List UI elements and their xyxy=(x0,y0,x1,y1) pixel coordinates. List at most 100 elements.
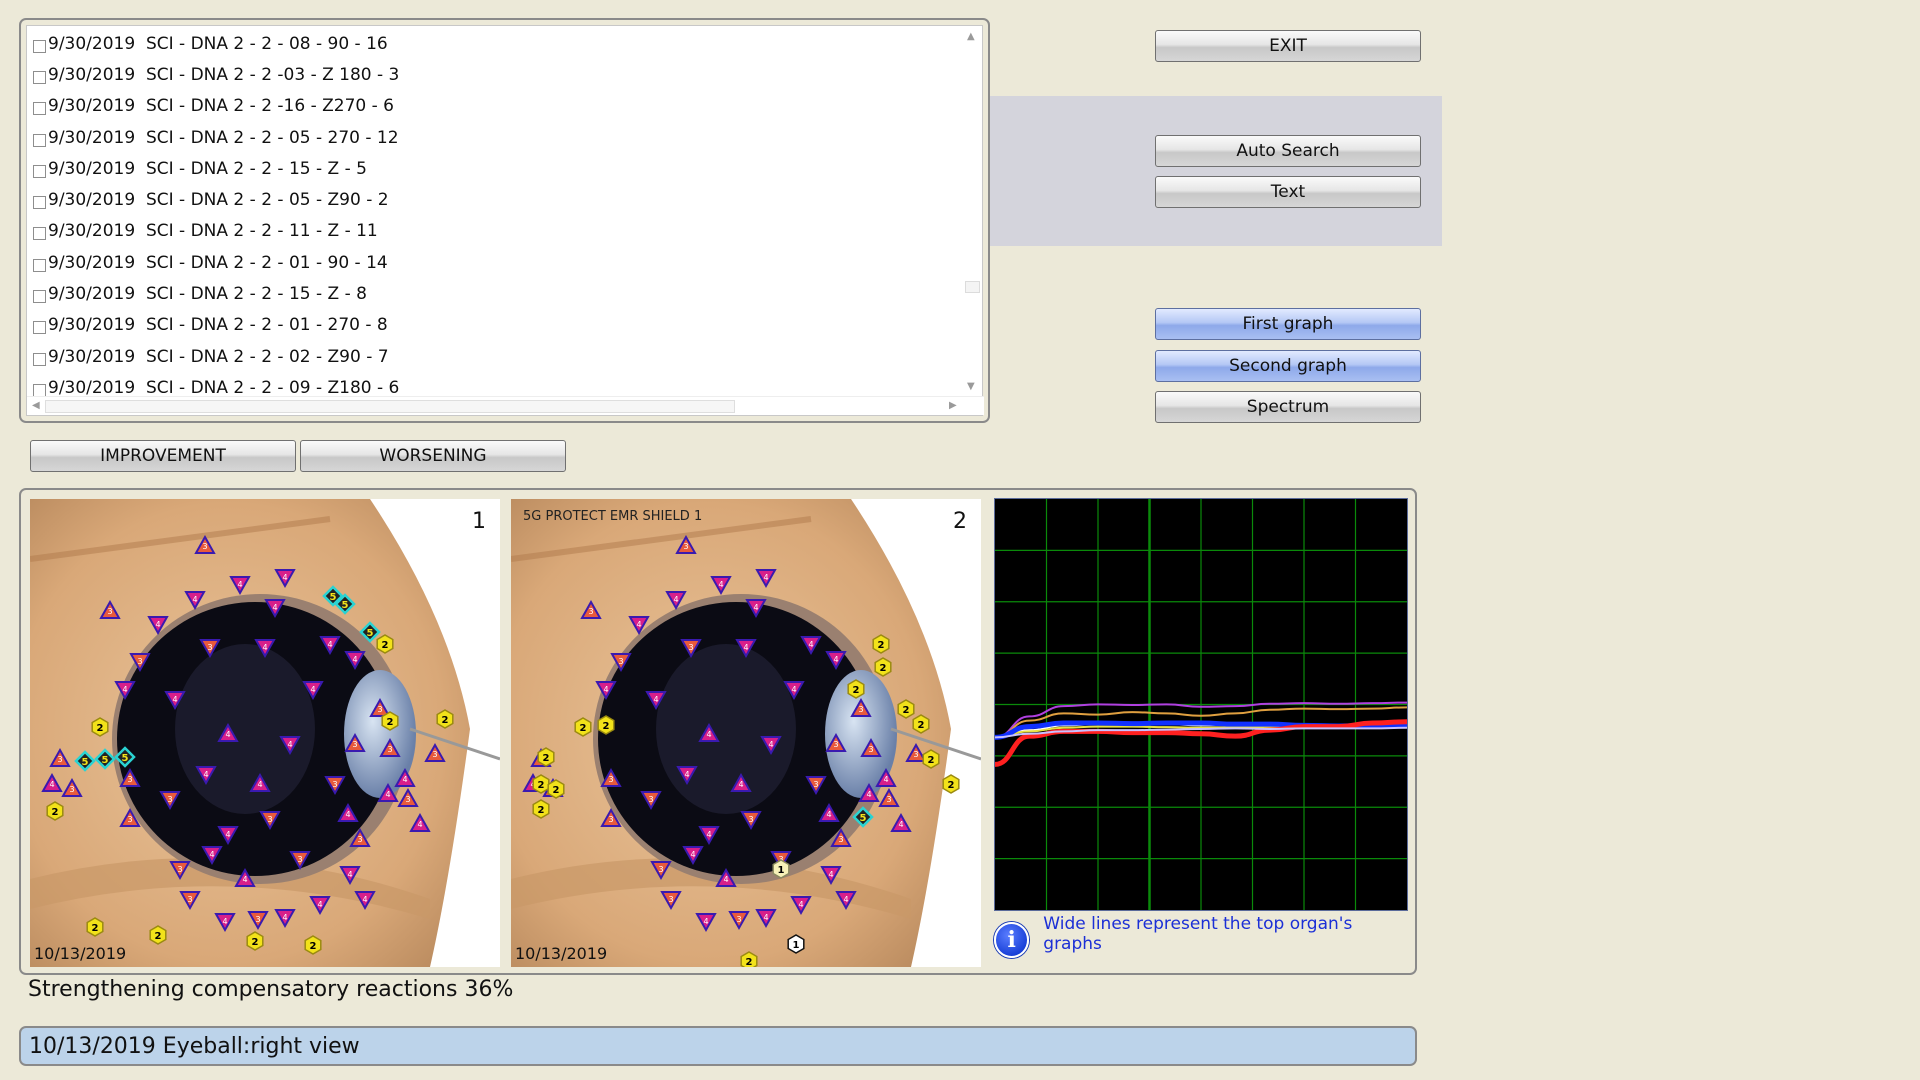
svg-text:4: 4 xyxy=(763,573,768,582)
record-list[interactable]: 9/30/2019 SCI - DNA 2 - 2 - 08 - 90 - 16… xyxy=(26,25,984,416)
svg-text:3: 3 xyxy=(127,775,132,784)
marker-1: 1 xyxy=(787,934,805,954)
list-item-checkbox[interactable] xyxy=(33,321,46,335)
list-item[interactable]: 9/30/2019 SCI - DNA 2 - 2 - 15 - Z - 8 xyxy=(27,278,962,309)
scroll-up-arrow-icon[interactable]: ▲ xyxy=(967,32,975,42)
svg-text:4: 4 xyxy=(828,870,833,879)
svg-text:4: 4 xyxy=(653,695,658,704)
svg-text:5: 5 xyxy=(367,628,374,639)
horizontal-scroll-thumb[interactable] xyxy=(45,400,735,413)
list-item[interactable]: 9/30/2019 SCI - DNA 2 - 2 - 05 - 270 - 1… xyxy=(27,122,962,153)
svg-text:4: 4 xyxy=(898,820,903,829)
text-button[interactable]: Text xyxy=(1155,176,1421,208)
svg-text:3: 3 xyxy=(127,815,132,824)
eye-panel-number: 2 xyxy=(953,509,967,534)
svg-text:1: 1 xyxy=(778,865,785,876)
svg-text:4: 4 xyxy=(237,580,242,589)
eye-image-panel-1[interactable]: 3 3 4 4 4 4 4 3 4 4 3 4 4 4 4 3 3 3 4 3 4 4 4 4 3 3 4 4 3 4 3 4 3 3 4 3 4 3 4 4… xyxy=(30,499,500,967)
list-item[interactable]: 9/30/2019 SCI - DNA 2 - 2 - 05 - Z90 - 2 xyxy=(27,184,962,215)
svg-text:3: 3 xyxy=(167,795,172,804)
eye-image-panel-2[interactable]: 3 3 4 4 4 4 4 3 4 4 3 4 4 4 4 3 3 3 4 3 4 4 4 4 3 3 4 4 3 4 3 4 3 3 4 3 4 3 4 4… xyxy=(511,499,981,967)
list-item-label: 9/30/2019 SCI - DNA 2 - 2 - 11 - Z - 11 xyxy=(48,221,378,242)
svg-text:5: 5 xyxy=(82,757,89,768)
list-item[interactable]: 9/30/2019 SCI - DNA 2 - 2 - 09 - Z180 - … xyxy=(27,372,962,398)
svg-text:3: 3 xyxy=(202,542,207,551)
list-item[interactable]: 9/30/2019 SCI - DNA 2 - 2 - 02 - Z90 - 7 xyxy=(27,341,962,372)
list-item[interactable]: 9/30/2019 SCI - DNA 2 - 2 - 11 - Z - 11 xyxy=(27,216,962,247)
list-item[interactable]: 9/30/2019 SCI - DNA 2 - 2 - 08 - 90 - 16 xyxy=(27,28,962,59)
auto-search-button[interactable]: Auto Search xyxy=(1155,135,1421,167)
list-item-checkbox[interactable] xyxy=(33,290,46,304)
svg-text:4: 4 xyxy=(287,740,292,749)
list-item-label: 9/30/2019 SCI - DNA 2 - 2 -16 - Z270 - 6 xyxy=(48,96,394,117)
svg-text:3: 3 xyxy=(267,815,272,824)
svg-text:2: 2 xyxy=(92,923,99,934)
svg-text:3: 3 xyxy=(107,607,112,616)
exit-button[interactable]: EXIT xyxy=(1155,30,1421,62)
list-item-checkbox[interactable] xyxy=(33,196,46,210)
svg-text:4: 4 xyxy=(866,790,871,799)
svg-text:2: 2 xyxy=(746,957,753,967)
record-list-panel: 9/30/2019 SCI - DNA 2 - 2 - 08 - 90 - 16… xyxy=(19,18,990,423)
list-item-checkbox[interactable] xyxy=(33,258,46,272)
svg-text:5: 5 xyxy=(102,755,109,766)
spectrum-button[interactable]: Spectrum xyxy=(1155,391,1421,423)
list-item-checkbox[interactable] xyxy=(33,133,46,147)
list-item-checkbox[interactable] xyxy=(33,70,46,84)
vertical-scroll-thumb[interactable] xyxy=(965,281,980,293)
horizontal-scrollbar[interactable]: ◀ ▶ xyxy=(27,396,984,415)
svg-text:3: 3 xyxy=(332,780,337,789)
svg-text:3: 3 xyxy=(668,895,673,904)
eye-panel-caption: 5G PROTECT EMR SHIELD 1 xyxy=(523,509,703,524)
svg-text:4: 4 xyxy=(49,780,54,789)
marker-2: 2 xyxy=(922,749,940,769)
svg-text:3: 3 xyxy=(618,657,623,666)
list-item[interactable]: 9/30/2019 SCI - DNA 2 - 2 - 01 - 270 - 8 xyxy=(27,310,962,341)
scroll-left-arrow-icon[interactable]: ◀ xyxy=(32,401,40,411)
list-item[interactable]: 9/30/2019 SCI - DNA 2 - 2 -16 - Z270 - 6 xyxy=(27,91,962,122)
vertical-scrollbar[interactable]: ▲ ▼ xyxy=(962,26,982,398)
svg-text:4: 4 xyxy=(310,685,315,694)
svg-text:4: 4 xyxy=(843,895,848,904)
svg-text:2: 2 xyxy=(853,685,860,696)
svg-text:4: 4 xyxy=(798,900,803,909)
svg-text:4: 4 xyxy=(385,790,390,799)
list-item-checkbox[interactable] xyxy=(33,352,46,366)
list-item-checkbox[interactable] xyxy=(33,383,46,397)
svg-text:4: 4 xyxy=(225,730,230,739)
svg-text:3: 3 xyxy=(377,705,382,714)
second-graph-button[interactable]: Second graph xyxy=(1155,350,1421,382)
improvement-button[interactable]: IMPROVEMENT xyxy=(30,440,296,472)
svg-text:4: 4 xyxy=(684,770,689,779)
svg-text:4: 4 xyxy=(345,810,350,819)
list-item-checkbox[interactable] xyxy=(33,39,46,53)
svg-text:4: 4 xyxy=(673,595,678,604)
button-group-background xyxy=(990,96,1442,246)
list-item-label: 9/30/2019 SCI - DNA 2 - 2 - 05 - Z90 - 2 xyxy=(48,190,389,211)
first-graph-button[interactable]: First graph xyxy=(1155,308,1421,340)
marker-2: 2 xyxy=(537,747,555,767)
list-item-label: 9/30/2019 SCI - DNA 2 - 2 - 05 - 270 - 1… xyxy=(48,127,399,148)
list-item[interactable]: 9/30/2019 SCI - DNA 2 - 2 -03 - Z 180 - … xyxy=(27,59,962,90)
list-item[interactable]: 9/30/2019 SCI - DNA 2 - 2 - 15 - Z - 5 xyxy=(27,153,962,184)
list-item-checkbox[interactable] xyxy=(33,164,46,178)
info-text: Wide lines represent the top organ's gra… xyxy=(1043,914,1353,954)
marker-2: 2 xyxy=(532,799,550,819)
worsening-button[interactable]: WORSENING xyxy=(300,440,566,472)
scroll-down-arrow-icon[interactable]: ▼ xyxy=(967,382,975,392)
marker-2: 2 xyxy=(532,774,550,794)
list-item-checkbox[interactable] xyxy=(33,227,46,241)
svg-text:3: 3 xyxy=(658,865,663,874)
list-item-checkbox[interactable] xyxy=(33,102,46,116)
svg-text:4: 4 xyxy=(603,685,608,694)
svg-text:4: 4 xyxy=(272,603,277,612)
list-item-label: 9/30/2019 SCI - DNA 2 - 2 -03 - Z 180 - … xyxy=(48,64,400,85)
svg-text:4: 4 xyxy=(209,850,214,859)
svg-text:4: 4 xyxy=(203,770,208,779)
scroll-right-arrow-icon[interactable]: ▶ xyxy=(949,401,957,411)
svg-text:5: 5 xyxy=(122,753,129,764)
marker-2: 2 xyxy=(86,917,104,937)
svg-text:1: 1 xyxy=(793,940,800,951)
list-item[interactable]: 9/30/2019 SCI - DNA 2 - 2 - 01 - 90 - 14 xyxy=(27,247,962,278)
info-icon: i xyxy=(994,922,1030,958)
